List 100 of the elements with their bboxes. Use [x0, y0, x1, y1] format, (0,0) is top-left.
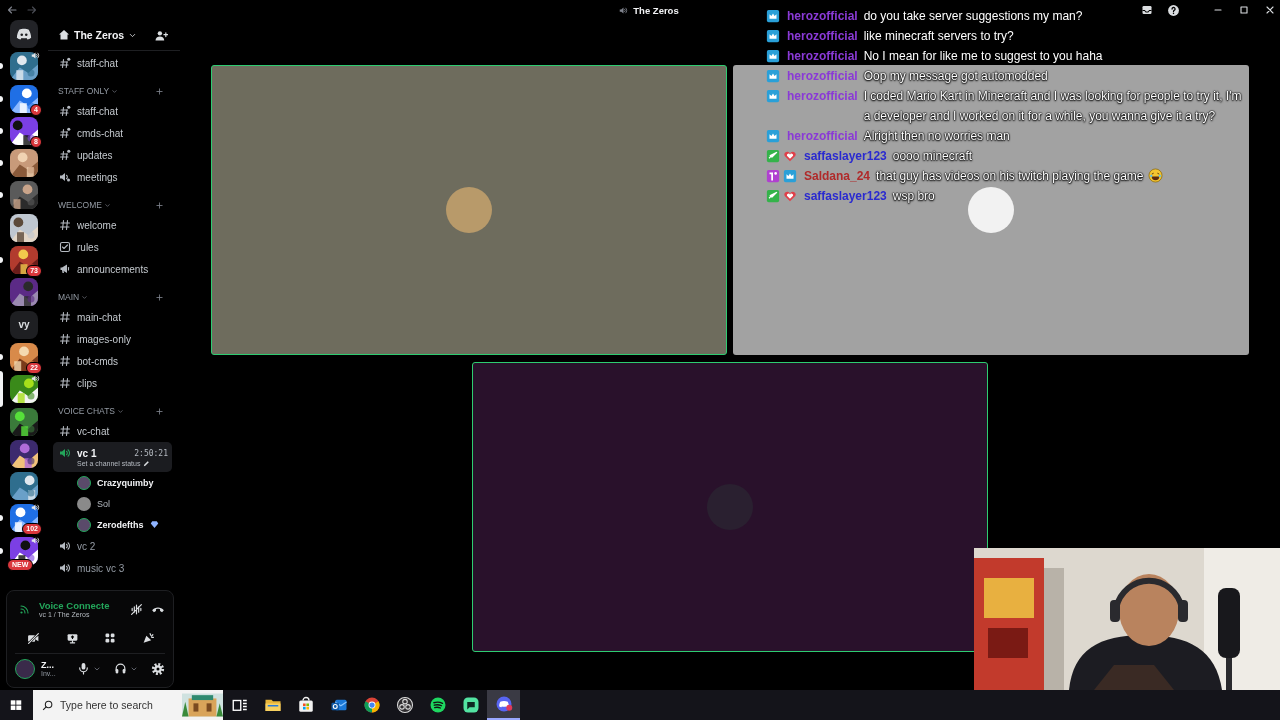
channel-name: cmds-chat: [77, 127, 125, 139]
chrome-icon: [362, 696, 381, 714]
member-name[interactable]: Crazyquimby: [97, 477, 154, 488]
add-icon[interactable]: [155, 86, 164, 96]
windows-start-icon[interactable]: [9, 698, 23, 712]
server-button[interactable]: [10, 536, 38, 565]
server-button[interactable]: [10, 472, 38, 501]
hash-icon: [59, 333, 71, 345]
member-name[interactable]: Zerodefths: [97, 519, 144, 530]
channel-item[interactable]: images-only: [53, 328, 172, 350]
checkbox-icon: [59, 241, 71, 253]
channel-name: staff-chat: [77, 57, 119, 69]
channel-name: welcome: [77, 219, 118, 231]
chat-username[interactable]: saffaslayer123: [804, 146, 887, 166]
server-button[interactable]: [10, 149, 38, 178]
inbox-icon[interactable]: [1141, 4, 1153, 16]
camera-off-icon[interactable]: [27, 631, 40, 645]
pencil-icon[interactable]: [143, 460, 151, 467]
microphone-icon[interactable]: [77, 662, 90, 675]
channel-item[interactable]: staff-chat: [53, 100, 172, 122]
channel-item[interactable]: welcome: [53, 214, 172, 236]
channel-item[interactable]: clips: [53, 372, 172, 394]
channel-name: updates: [77, 149, 114, 161]
server-button[interactable]: [10, 181, 38, 210]
speaker-icon: [59, 562, 71, 574]
channel-name: meetings: [77, 171, 119, 183]
channel-name: images-only: [77, 333, 132, 345]
home-button[interactable]: [10, 20, 38, 48]
back-arrow-icon[interactable]: [6, 4, 18, 16]
server-button[interactable]: [10, 116, 38, 145]
settings-icon[interactable]: [151, 661, 165, 676]
chat-username[interactable]: herozofficial: [787, 26, 858, 46]
activities-icon[interactable]: [104, 632, 117, 644]
window-title: The Zeros: [633, 4, 679, 16]
category-header[interactable]: MAIN: [58, 292, 80, 302]
user-avatar[interactable]: [15, 658, 35, 679]
search-bar[interactable]: Type here to search: [33, 690, 223, 720]
channel-item[interactable]: meetings: [53, 166, 172, 188]
server-button[interactable]: [10, 52, 38, 81]
close-icon[interactable]: [1264, 4, 1276, 16]
channel-item[interactable]: updates: [53, 144, 172, 166]
add-icon[interactable]: [155, 292, 164, 302]
chat-username[interactable]: saffaslayer123: [804, 186, 887, 206]
hash-icon: [59, 311, 71, 323]
chat-username[interactable]: herozofficial: [787, 6, 858, 26]
speaker-icon: [59, 540, 71, 552]
add-member-icon[interactable]: [155, 28, 168, 42]
server-button[interactable]: [10, 407, 38, 436]
noise-suppression-icon[interactable]: [130, 602, 143, 616]
channel-item[interactable]: rules: [53, 236, 172, 258]
avatar: [446, 187, 492, 233]
server-button[interactable]: [10, 439, 38, 468]
channel-item[interactable]: vc-chat: [53, 420, 172, 442]
category-header[interactable]: VOICE CHATS: [58, 406, 115, 416]
server-button[interactable]: [10, 246, 38, 275]
soundboard-icon[interactable]: [141, 631, 155, 645]
chat-message: wsp bro: [892, 188, 935, 205]
spotify-icon: [428, 696, 447, 714]
video-tile[interactable]: [733, 65, 1249, 355]
category-header[interactable]: STAFF ONLY: [58, 86, 110, 96]
channel-name: bot-cmds: [77, 355, 120, 367]
speaker-icon: [59, 171, 71, 183]
chat-message: that guy has videos on his twitch playing the game: [876, 168, 1144, 186]
taskbar-button[interactable]: [487, 690, 520, 720]
server-button[interactable]: vy: [10, 310, 38, 339]
chat-username[interactable]: herozofficial: [787, 46, 858, 66]
channel-item[interactable]: staff-chat: [53, 52, 172, 74]
channel-item[interactable]: cmds-chat: [53, 122, 172, 144]
server-name[interactable]: The Zeros: [74, 29, 125, 41]
search-icon: [41, 698, 54, 712]
hash-icon: [59, 425, 71, 437]
connection-status: Voice Connecte: [39, 600, 111, 611]
server-button[interactable]: [10, 213, 38, 242]
category-header[interactable]: WELCOME: [58, 200, 102, 210]
channel-item[interactable]: bot-cmds: [53, 350, 172, 372]
channel-name: announcements: [77, 263, 150, 275]
add-icon[interactable]: [155, 406, 164, 416]
maximize-icon[interactable]: [1238, 4, 1250, 16]
member-name[interactable]: Sol: [97, 498, 110, 509]
signal-icon: [19, 603, 31, 615]
channel-name: rules: [77, 241, 100, 253]
hash-icon: [59, 127, 71, 139]
channel-item[interactable]: music vc 3: [53, 557, 172, 579]
call-timer: 2:50:21: [134, 448, 168, 458]
headphones-icon[interactable]: [114, 662, 127, 675]
video-tile[interactable]: [211, 65, 727, 355]
server-button[interactable]: [10, 375, 38, 404]
channel-item[interactable]: vc 2: [53, 535, 172, 557]
channel-item[interactable]: announcements: [53, 258, 172, 280]
server-button[interactable]: [10, 504, 38, 533]
server-button[interactable]: [10, 84, 38, 113]
server-button[interactable]: [10, 342, 38, 371]
server-button[interactable]: [10, 278, 38, 307]
screen-share-icon[interactable]: [65, 631, 79, 645]
help-icon[interactable]: [1167, 3, 1180, 17]
chat-message: like minecraft servers to try?: [863, 28, 1014, 45]
add-icon[interactable]: [155, 200, 164, 210]
video-tile[interactable]: [472, 362, 988, 652]
channel-item[interactable]: main-chat: [53, 306, 172, 328]
search-input[interactable]: Type here to search: [60, 699, 176, 711]
